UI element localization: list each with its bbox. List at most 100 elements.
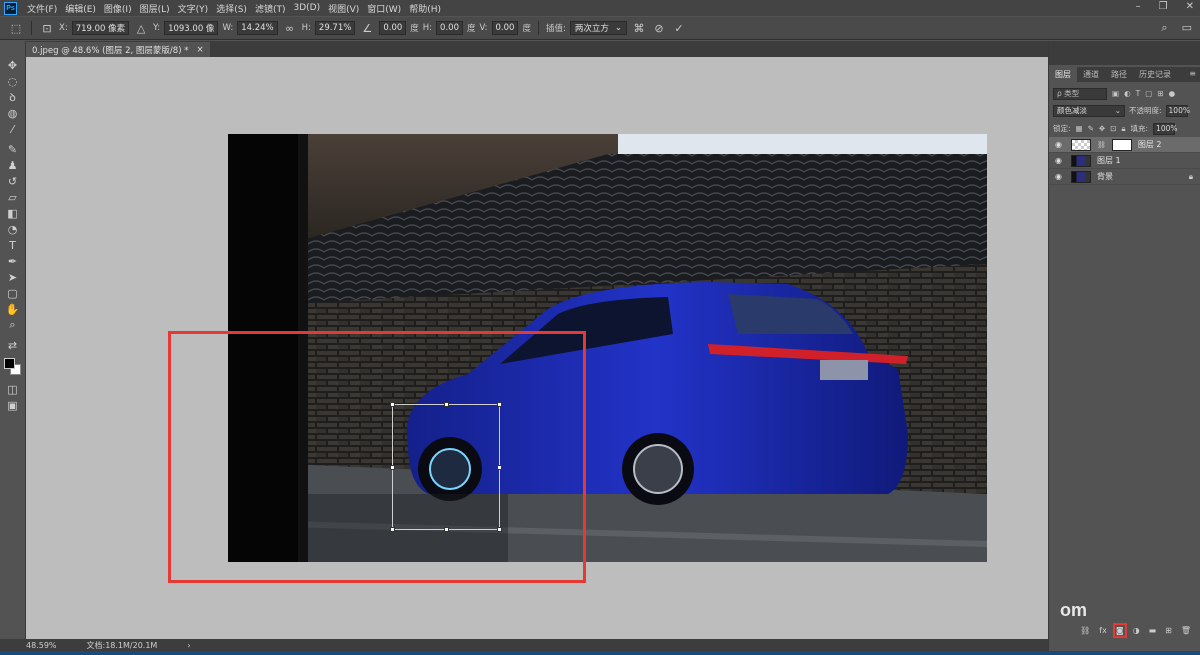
workspace-icon[interactable]: ▭ [1182,21,1192,35]
menu-view[interactable]: 视图(V) [328,2,359,15]
angle-field[interactable]: 0.00 [379,21,407,35]
shape-tool-icon[interactable]: ▢ [3,285,23,301]
menu-layer[interactable]: 图层(L) [140,2,170,15]
quick-mask-icon[interactable]: ◫ [3,381,23,397]
transform-handle[interactable] [497,402,502,407]
transform-handle[interactable] [497,527,502,532]
menu-3d[interactable]: 3D(D) [293,3,320,13]
paint-bucket-tool-icon[interactable]: ◧ [3,205,23,221]
lock-transparent-icon[interactable]: ▦ [1076,124,1083,133]
add-mask-icon[interactable]: ◙ [1112,622,1127,638]
layer-style-icon[interactable]: fx [1099,626,1107,635]
layer-row[interactable]: ◉ 背景 🔒︎ [1049,169,1200,185]
fill-field[interactable]: 100% [1153,122,1178,135]
transform-tool-icon[interactable]: ⬚ [8,22,24,35]
width-field[interactable]: 14.24% [237,21,278,35]
menu-help[interactable]: 帮助(H) [409,2,441,15]
zoom-tool-icon[interactable]: ⌕ [3,317,23,333]
visibility-eye-icon[interactable]: ◉ [1055,172,1065,181]
blend-mode-select[interactable]: 颜色减淡 ⌄ [1053,104,1125,117]
close-icon[interactable]: ✕ [1186,1,1194,12]
panel-menu-icon[interactable]: ≡ [1189,69,1196,78]
filter-type-icon[interactable]: T [1136,89,1141,98]
zoom-level[interactable]: 48.59% [26,641,57,650]
tab-channels[interactable]: 通道 [1077,67,1105,82]
swap-colors-icon[interactable]: ⇄ [3,337,23,353]
interpolation-select[interactable]: 两次立方 ⌄ [569,21,627,35]
document-tab[interactable]: 0.jpeg @ 48.6% (图层 2, 图层蒙版/8) * × [26,42,210,57]
stamp-tool-icon[interactable]: ♟ [3,157,23,173]
quick-select-tool-icon[interactable]: ◍ [3,105,23,121]
filter-adjust-icon[interactable]: ◐ [1124,89,1131,98]
lock-position-icon[interactable]: ✥ [1099,124,1105,133]
transform-handle[interactable] [444,402,449,407]
tab-history[interactable]: 历史记录 [1133,67,1177,82]
history-brush-tool-icon[interactable]: ↺ [3,173,23,189]
layer-row[interactable]: ◉ ⛓︎ 图层 2 [1049,137,1200,153]
filter-pixel-icon[interactable]: ▣ [1112,89,1119,98]
new-layer-icon[interactable]: ⊞ [1165,626,1172,635]
warp-icon[interactable]: ⌘ [631,22,647,35]
lock-all-icon[interactable]: 🔒︎ [1122,124,1126,134]
v-skew-field[interactable]: 0.00 [491,21,519,35]
menu-image[interactable]: 图像(I) [104,2,132,15]
opacity-field[interactable]: 100% [1165,104,1190,117]
path-select-tool-icon[interactable]: ➤ [3,269,23,285]
menu-filter[interactable]: 滤镜(T) [255,2,286,15]
layer-mask-thumbnail[interactable] [1111,138,1132,151]
filter-shape-icon[interactable]: ▢ [1145,89,1152,98]
delete-layer-icon[interactable]: 🗑︎ [1181,626,1191,635]
canvas-area[interactable] [26,57,1048,639]
commit-transform-icon[interactable]: ✓ [671,22,687,35]
visibility-eye-icon[interactable]: ◉ [1055,156,1065,165]
height-field[interactable]: 29.71% [314,21,356,35]
transform-bounding-box[interactable] [390,402,502,532]
type-tool-icon[interactable]: T [3,237,23,253]
menu-edit[interactable]: 编辑(E) [65,2,96,15]
mask-link-icon[interactable]: ⛓︎ [1097,141,1106,149]
transform-handle[interactable] [390,402,395,407]
transform-handle[interactable] [497,465,502,470]
menu-select[interactable]: 选择(S) [216,2,247,15]
transform-handle[interactable] [390,527,395,532]
minimize-icon[interactable]: – [1136,1,1141,12]
layer-row[interactable]: ◉ 图层 1 [1049,153,1200,169]
filter-smart-icon[interactable]: ⊞ [1157,89,1163,98]
menu-window[interactable]: 窗口(W) [367,2,401,15]
h-skew-field[interactable]: 0.00 [436,21,463,35]
menu-type[interactable]: 文字(Y) [178,2,209,15]
screen-mode-icon[interactable]: ▣ [3,397,23,413]
close-tab-icon[interactable]: × [196,45,203,55]
tab-paths[interactable]: 路径 [1105,67,1133,82]
lock-pixels-icon[interactable]: ✎ [1088,124,1094,133]
lock-artboard-icon[interactable]: ⊡ [1110,124,1116,133]
visibility-eye-icon[interactable]: ◉ [1055,140,1065,149]
delta-icon[interactable]: △ [133,22,149,35]
dodge-tool-icon[interactable]: ◔ [3,221,23,237]
transform-handle[interactable] [390,465,395,470]
brush-tool-icon[interactable]: ✎ [3,141,23,157]
link-layers-icon[interactable]: ⛓︎ [1080,626,1090,635]
marquee-tool-icon[interactable]: ◌ [3,73,23,89]
eyedropper-tool-icon[interactable]: ⁄ [3,121,23,137]
transform-handle[interactable] [444,527,449,532]
eraser-tool-icon[interactable]: ▱ [3,189,23,205]
foreground-color[interactable] [3,358,15,369]
y-field[interactable]: 1093.00 像 [164,21,219,35]
layer-filter-select[interactable]: ρ 类型 [1053,87,1107,100]
move-tool-icon[interactable]: ✥ [3,57,23,73]
filter-toggle-icon[interactable]: ● [1169,89,1176,98]
x-field[interactable]: 719.00 像素 [71,21,130,35]
adjustment-layer-icon[interactable]: ◑ [1133,626,1140,635]
maximize-icon[interactable]: ❐ [1159,1,1168,12]
link-icon[interactable]: ∞ [282,22,298,35]
tab-layers[interactable]: 图层 [1049,67,1077,82]
hand-tool-icon[interactable]: ✋ [3,301,23,317]
lasso-tool-icon[interactable]: ꝺ [3,89,23,105]
color-swatches[interactable] [3,357,23,377]
menu-file[interactable]: 文件(F) [27,2,57,15]
new-group-icon[interactable]: ▬ [1149,626,1157,635]
pen-tool-icon[interactable]: ✒ [3,253,23,269]
reference-point-icon[interactable]: ⊡ [39,22,55,35]
chevron-right-icon[interactable]: › [187,641,190,650]
